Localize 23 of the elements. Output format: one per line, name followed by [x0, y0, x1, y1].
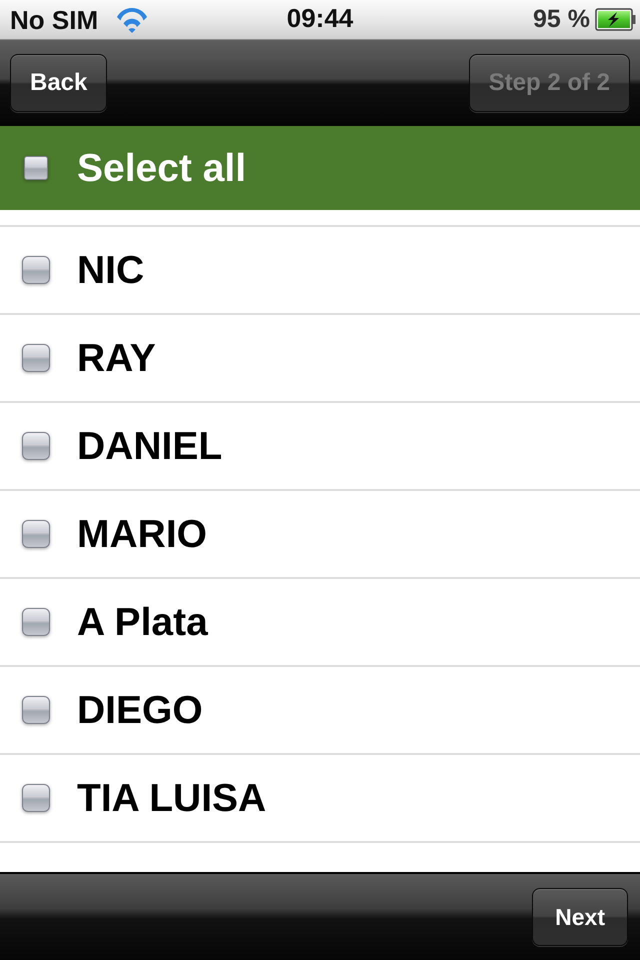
contact-name: DANIEL [77, 426, 222, 466]
contact-name: NIC [77, 250, 144, 290]
select-all-bar[interactable]: Select all [0, 126, 640, 210]
next-button[interactable]: Next [532, 888, 628, 946]
checkbox[interactable] [24, 156, 48, 180]
checkbox[interactable] [22, 344, 50, 372]
select-all-label: Select all [77, 148, 246, 188]
carrier-label: No SIM [10, 6, 98, 32]
checkbox[interactable] [22, 784, 50, 812]
checkbox[interactable] [22, 432, 50, 460]
checkbox[interactable] [22, 520, 50, 548]
contact-name: MARIO [77, 514, 207, 554]
contact-name: A Plata [77, 602, 208, 642]
checkbox[interactable] [22, 608, 50, 636]
contact-name: DIEGO [77, 690, 203, 730]
back-button[interactable]: Back [10, 54, 108, 112]
checkbox[interactable] [22, 696, 50, 724]
contact-name: RAY [77, 338, 156, 378]
clock-time: 09:44 [286, 2, 354, 32]
battery-percentage: 95 % [533, 7, 590, 32]
wifi-icon [115, 6, 150, 33]
checkbox[interactable] [22, 256, 50, 284]
contact-name: TIA LUISA [77, 778, 266, 818]
